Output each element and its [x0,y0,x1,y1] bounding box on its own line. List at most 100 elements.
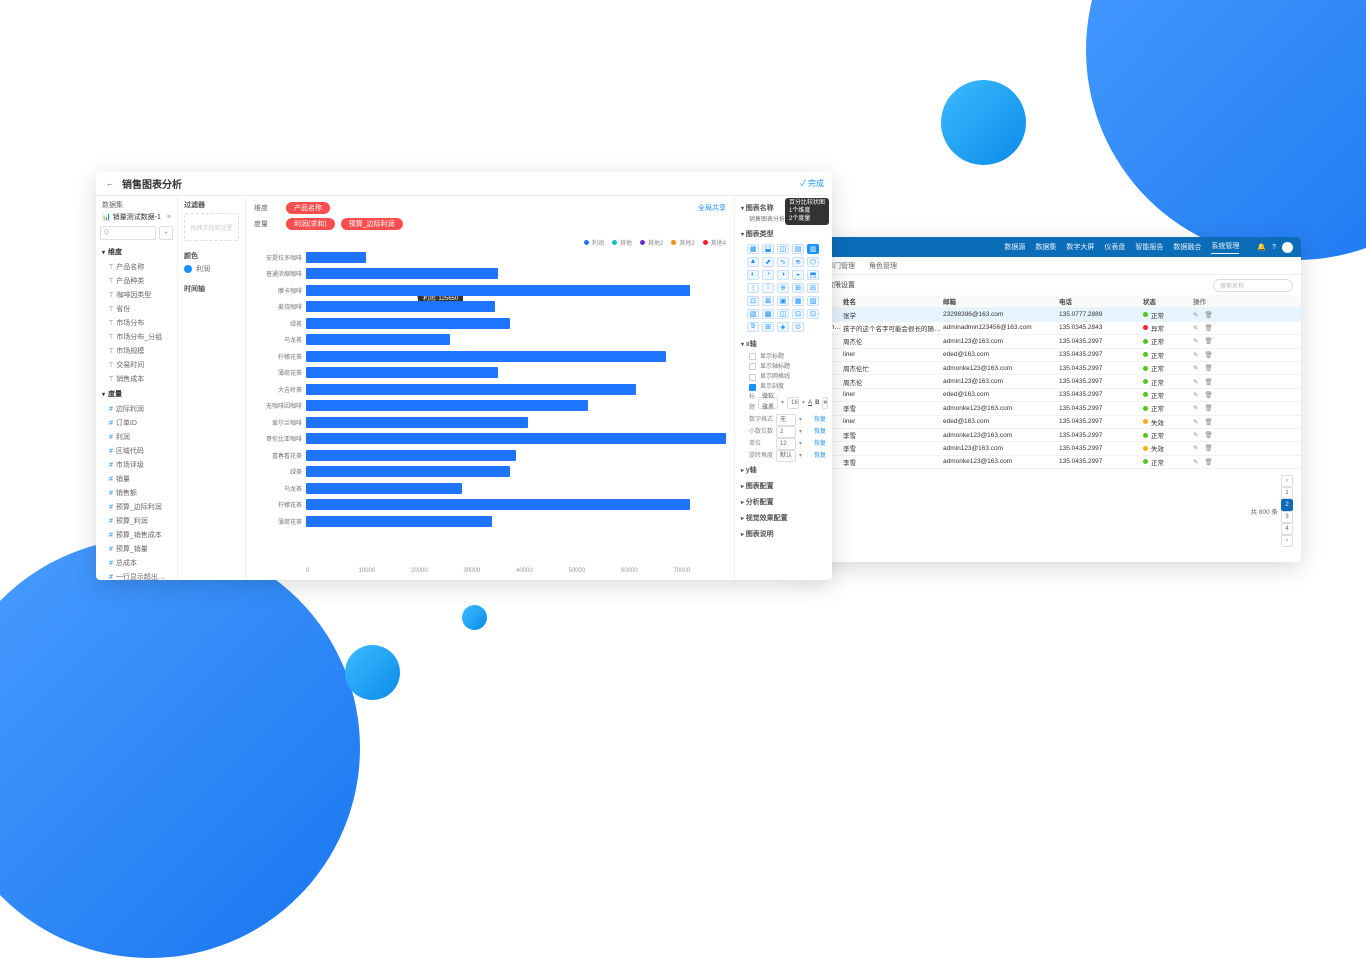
chart-type-option[interactable]: 9 [747,322,759,332]
user-avatar[interactable] [1282,242,1293,253]
section-y-axis[interactable]: y轴 [741,462,826,478]
chart-type-option[interactable]: ⬓ [762,244,774,254]
tab[interactable]: 角色管理 [869,261,897,271]
delete-icon[interactable]: 🗑 [1204,311,1212,319]
delete-icon[interactable]: 🗑 [1204,364,1212,372]
chart-type-option[interactable]: ⁞ [762,283,774,293]
chart-type-option[interactable]: ◒ [792,270,804,280]
field-item[interactable]: 边际利润 [96,402,177,416]
field-item[interactable]: T产品名称 [96,260,177,274]
done-button[interactable]: 完成 [800,178,824,189]
field-item[interactable]: T省份 [96,302,177,316]
checkbox-show-axis-title[interactable]: 显示轴标题 [741,362,826,372]
field-item[interactable]: 预算_销售成本 [96,528,177,542]
table-row[interactable]: jay周杰伦admin123@163.com135.0435.2997正常✎🗑 [791,375,1301,388]
decimals-input[interactable]: 2 [776,426,796,438]
color-item[interactable]: 利润 [184,264,239,274]
restore-link[interactable]: 恢复 [814,451,826,462]
title-font-select[interactable]: 微软雅黑 [758,397,778,409]
chart-type-option[interactable]: ◔ [762,270,774,280]
checkbox-show-gridline[interactable]: 显示网格线 [741,372,826,382]
chart-type-option[interactable]: ⊙ [792,322,804,332]
section-analysis-config[interactable]: 分析配置 [741,494,826,510]
pager-page[interactable]: › [1281,535,1293,547]
dataset-selector[interactable]: 📊 销量测试数据-1≡ [96,212,177,226]
field-item[interactable]: 区域代码 [96,444,177,458]
delete-icon[interactable]: 🗑 [1204,351,1212,359]
delete-icon[interactable]: 🗑 [1204,458,1212,466]
edit-icon[interactable]: ✎ [1193,351,1198,359]
table-row[interactable]: jaylinereded@163.com135.0435.2997正常✎🗑 [791,349,1301,362]
pager-page[interactable]: 2 [1281,499,1293,511]
table-row[interactable]: jack张学23298396@163.com135.0777.2889正常✎🗑 [791,308,1301,321]
legend-item[interactable]: 其他2 [640,238,663,247]
underline-icon[interactable]: A [808,398,812,409]
rotate-select[interactable]: 默认 [776,450,796,462]
field-item[interactable]: T产品种类 [96,274,177,288]
delete-icon[interactable]: 🗑 [1204,444,1212,452]
delete-icon[interactable]: 🗑 [1204,378,1212,386]
chart-type-option[interactable]: ◈ [777,322,789,332]
legend-item[interactable]: 其他4 [703,238,726,247]
help-icon[interactable]: ? [1272,244,1276,251]
section-chart-desc[interactable]: 图表说明 [741,526,826,542]
field-item[interactable]: 预算_利润 [96,514,177,528]
section-x-axis[interactable]: x轴 [741,336,826,352]
edit-icon[interactable]: ✎ [1193,444,1198,452]
edit-icon[interactable]: ✎ [1193,364,1198,372]
chart-type-option[interactable]: ∿ [777,257,789,267]
dimension-shelf[interactable]: 维度 产品名称 全局共享 [254,202,726,214]
bold-icon[interactable]: B [815,398,819,409]
restore-link[interactable]: 恢复 [814,439,826,450]
section-dimensions[interactable]: 维度 [96,244,177,260]
chart-type-option[interactable]: ▲ [747,257,759,267]
field-item[interactable]: T咖啡因类型 [96,288,177,302]
field-item[interactable]: 订单ID [96,416,177,430]
field-item[interactable]: 预算_销量 [96,542,177,556]
delete-icon[interactable]: 🗑 [1204,404,1212,412]
chart-type-option[interactable]: ▧ [747,309,759,319]
field-item[interactable]: T市场分布_分组 [96,330,177,344]
field-item[interactable]: 销售额 [96,486,177,500]
field-item[interactable]: T交易时间 [96,358,177,372]
chart-type-option[interactable]: ⬡ [807,257,819,267]
chart-type-option[interactable]: ⊟ [807,283,819,293]
field-item[interactable]: T市场分布 [96,316,177,330]
chart-type-option[interactable]: ⊞ [762,322,774,332]
edit-icon[interactable]: ✎ [1193,418,1198,426]
nav-item[interactable]: 数据源 [1004,242,1025,252]
restore-link[interactable]: 恢复 [814,415,826,426]
pager-page[interactable]: 3 [1281,511,1293,523]
edit-icon[interactable]: ✎ [1193,391,1198,399]
legend-item[interactable]: 利润 [584,238,604,247]
chart-type-option[interactable]: ▣ [777,296,789,306]
table-row[interactable]: jay周杰伦admin123@163.com135.0435.2997正常✎🗑 [791,335,1301,348]
pager-page[interactable]: 4 [1281,523,1293,535]
chart-type-option[interactable]: ≋ [792,257,804,267]
chart-type-option[interactable]: ◐ [747,270,759,280]
table-row[interactable]: Lynn李雪admonke123@163.com135.0435.2997正常✎… [791,402,1301,415]
field-item[interactable]: 销量 [96,472,177,486]
chart-type-option[interactable]: ▤ [792,244,804,254]
nav-item[interactable]: 数据融合 [1173,242,1201,252]
chart-type-option[interactable]: ⬒ [807,270,819,280]
field-search-input[interactable]: Q [100,226,156,240]
table-row[interactable]: adminadminadminging…孩子的这个名字可能会很长的随便举例超出用… [791,322,1301,335]
delete-icon[interactable]: 🗑 [1204,431,1212,439]
delete-icon[interactable]: 🗑 [1204,418,1212,426]
chart-type-option[interactable]: ※ [777,283,789,293]
chart-type-option[interactable]: ⊡ [807,309,819,319]
chart-type-option[interactable]: ▦ [747,244,759,254]
edit-icon[interactable]: ✎ [1193,431,1198,439]
table-row[interactable]: Lynn李雪admin123@163.com135.0435.2997失效✎🗑 [791,442,1301,455]
search-input[interactable]: 搜索名称 [1213,279,1293,292]
back-button[interactable]: ← [104,178,116,190]
legend-item[interactable]: 其他 [612,238,632,247]
field-item[interactable]: 一行显示超出… [96,570,177,580]
field-item[interactable]: 预算_边际利润 [96,500,177,514]
nav-item[interactable]: 数据集 [1035,242,1056,252]
global-share-link[interactable]: 全局共享 [698,203,726,213]
section-chart-type[interactable]: 图表类型 [741,226,826,242]
section-visual-config[interactable]: 视觉效果配置 [741,510,826,526]
chart-type-option[interactable]: ◫ [777,244,789,254]
